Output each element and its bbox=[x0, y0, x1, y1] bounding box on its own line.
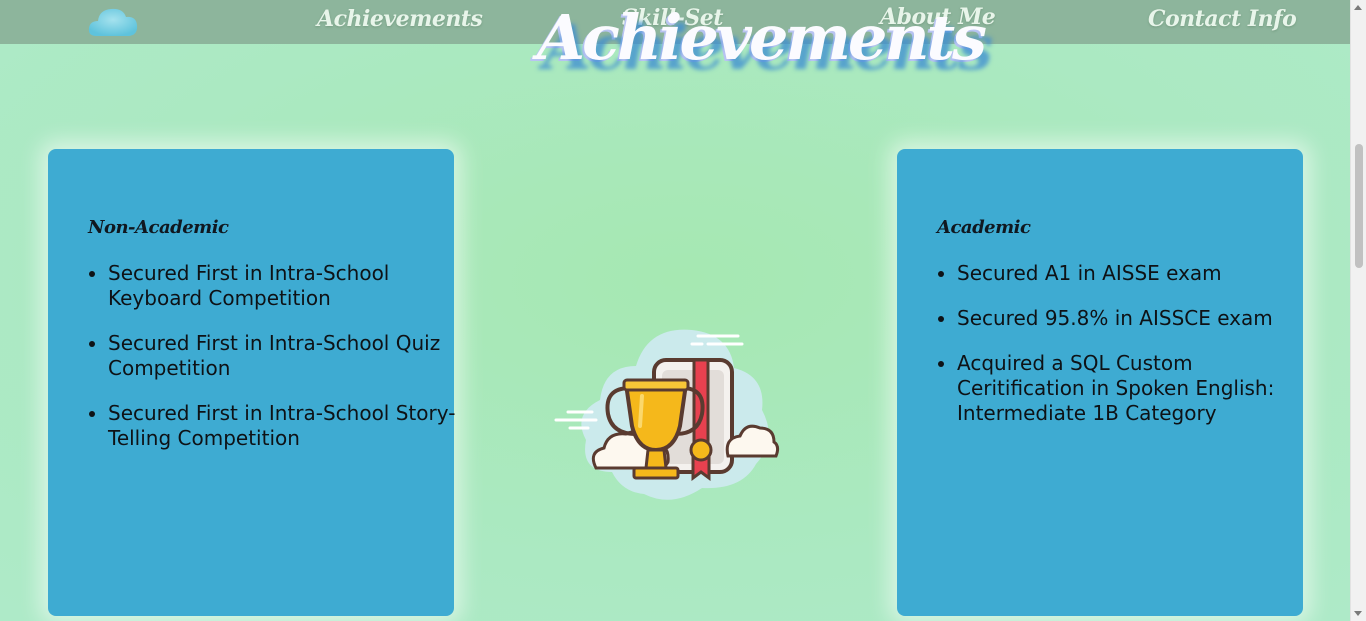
list-item: Secured First in Intra-School Keyboard C… bbox=[108, 261, 458, 311]
nav-achievements[interactable]: Achievements bbox=[317, 6, 483, 32]
academic-list: Secured A1 in AISSE exam Secured 95.8% i… bbox=[937, 261, 1307, 446]
list-item: Acquired a SQL Custom Ceritification in … bbox=[957, 351, 1307, 426]
trophy-certificate-icon bbox=[554, 329, 780, 500]
cloud-icon[interactable] bbox=[86, 2, 140, 42]
list-item: Secured A1 in AISSE exam bbox=[957, 261, 1307, 286]
non-academic-card: Non-Academic Secured First in Intra-Scho… bbox=[48, 149, 455, 616]
non-academic-list: Secured First in Intra-School Keyboard C… bbox=[88, 261, 458, 471]
scroll-down-arrow-icon[interactable] bbox=[1354, 611, 1362, 616]
scroll-up-arrow-icon[interactable] bbox=[1354, 5, 1362, 10]
academic-card: Academic Secured A1 in AISSE exam Secure… bbox=[897, 149, 1303, 616]
scrollbar-thumb[interactable] bbox=[1355, 144, 1363, 268]
list-item: Secured First in Intra-School Story-Tell… bbox=[108, 401, 458, 451]
list-item: Secured 95.8% in AISSCE exam bbox=[957, 306, 1307, 331]
list-item: Secured First in Intra-School Quiz Compe… bbox=[108, 331, 458, 381]
academic-title: Academic bbox=[937, 217, 1031, 238]
nav-contact-info[interactable]: Contact Info bbox=[1148, 6, 1297, 32]
non-academic-title: Non-Academic bbox=[88, 217, 229, 238]
page-title: Achievements bbox=[537, 1, 987, 74]
vertical-scrollbar[interactable] bbox=[1350, 0, 1366, 621]
